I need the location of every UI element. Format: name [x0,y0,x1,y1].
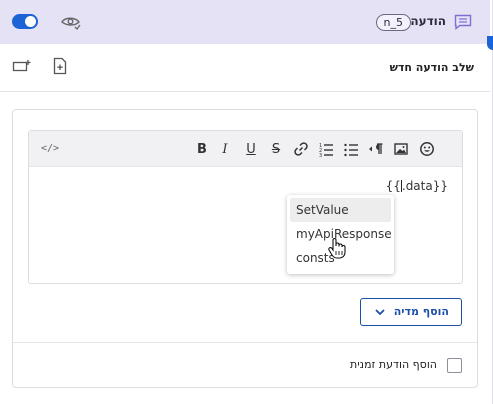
ordered-list-icon[interactable]: 1 2 3 [318,141,334,157]
message-icon [454,14,472,30]
eye-icon[interactable] [61,14,81,30]
divider [0,91,490,92]
chevron-down-icon [375,309,385,316]
message-card: </> B I U S 1 2 3 {{.data}} SetValue myA… [12,109,478,388]
autocomplete-dropdown: SetValue myApiResponse consts [287,195,394,274]
editor-toolbar: </> B I U S 1 2 3 [29,131,462,167]
svg-text:3: 3 [319,153,322,157]
bold-button[interactable]: B [194,141,210,157]
image-icon[interactable] [393,141,409,157]
temp-message-label: הוסף הודעת זמנית [349,358,437,371]
link-icon[interactable] [293,141,309,157]
node-header: n_5 הודעה [0,0,490,44]
code-view-icon[interactable]: </> [41,143,59,154]
content-prefix: {{ [385,179,401,193]
node-title: הודעה [410,14,446,28]
bullet-list-icon[interactable] [343,141,359,157]
step-title: שלב הודעה חדש [389,61,474,74]
enable-toggle[interactable] [12,14,38,29]
paragraph-direction-icon[interactable] [368,141,384,157]
strikethrough-button[interactable]: S [268,141,284,157]
message-node-panel: n_5 הודעה שלב הודעה חדש </> B I U S 1 2 … [0,0,493,404]
rich-text-editor[interactable]: </> B I U S 1 2 3 {{.data}} [28,130,463,284]
underline-button[interactable]: U [243,141,259,157]
content-suffix: .data}} [401,179,448,193]
add-block-icon[interactable] [12,58,32,74]
connector-handle[interactable] [487,36,493,50]
hand-pointer-icon [328,238,346,259]
italic-button[interactable]: I [217,141,233,157]
add-file-icon[interactable] [52,57,68,75]
add-media-button[interactable]: הוסף מדיה [360,298,462,326]
divider [13,342,477,343]
node-id-badge: n_5 [375,14,411,31]
temp-message-checkbox[interactable] [447,358,462,373]
autocomplete-item[interactable]: SetValue [290,198,391,222]
emoji-icon[interactable] [419,141,435,157]
add-media-label: הוסף מדיה [393,305,449,318]
editor-content[interactable]: {{.data}} [386,179,448,193]
